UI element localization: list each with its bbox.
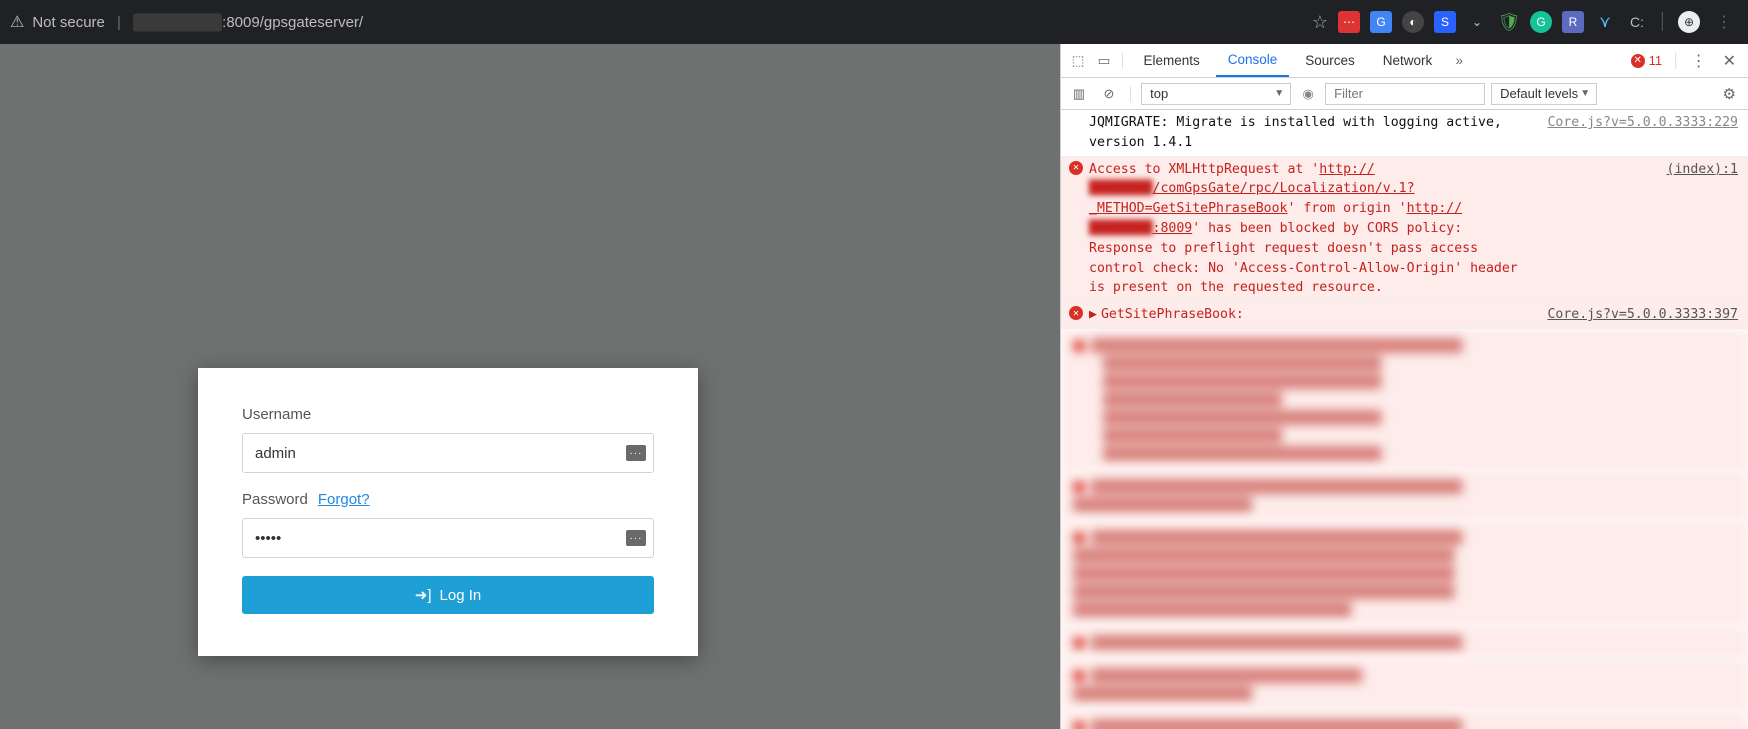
- console-toolbar: ▥ ⊘ │ top ▼ ◉ Default levels ▼ ⚙: [1061, 78, 1748, 110]
- device-toggle-icon[interactable]: ▭: [1093, 53, 1115, 69]
- forgot-link[interactable]: Forgot?: [318, 491, 370, 508]
- ext-icon-s[interactable]: S: [1434, 11, 1456, 33]
- tab-elements[interactable]: Elements: [1131, 44, 1211, 77]
- console-log-row: JQMIGRATE: Migrate is installed with log…: [1061, 110, 1748, 157]
- error-icon: ✕: [1069, 161, 1083, 175]
- address-separator: |: [113, 14, 125, 31]
- ext-icon-red[interactable]: ⋯: [1338, 11, 1360, 33]
- keyboard-icon[interactable]: [626, 445, 646, 461]
- url-display[interactable]: ████████:8009/gpsgateserver/: [133, 14, 363, 31]
- tab-network[interactable]: Network: [1371, 44, 1445, 77]
- console-output[interactable]: JQMIGRATE: Migrate is installed with log…: [1061, 110, 1748, 729]
- redacted-error-block: [1061, 329, 1748, 729]
- ext-icon-shield[interactable]: 🛡: [1498, 11, 1520, 33]
- keyboard-icon[interactable]: [626, 530, 646, 546]
- console-sidebar-toggle-icon[interactable]: ▥: [1067, 86, 1091, 102]
- username-label: Username: [242, 406, 654, 423]
- ext-icon-circle[interactable]: ◐: [1402, 11, 1424, 33]
- password-label: Password: [242, 491, 308, 508]
- ext-icon-grammarly[interactable]: G: [1530, 11, 1552, 33]
- username-input[interactable]: [242, 433, 654, 473]
- context-select[interactable]: top ▼: [1141, 83, 1291, 105]
- devtools-close-icon[interactable]: ✕: [1717, 51, 1742, 71]
- error-count-badge[interactable]: ✕ 11: [1631, 53, 1663, 68]
- console-error-row: ✕ Access to XMLHttpRequest at 'http://██…: [1061, 157, 1748, 303]
- ext-icon-pocket[interactable]: ⌄: [1466, 11, 1488, 33]
- browser-menu-icon[interactable]: ⋮: [1710, 12, 1738, 32]
- bookmark-star-icon[interactable]: ☆: [1312, 12, 1328, 33]
- more-tabs-icon[interactable]: »: [1448, 53, 1470, 68]
- warning-icon: ⚠: [10, 12, 24, 32]
- error-message: ▶GetSitePhraseBook:: [1089, 305, 1244, 325]
- ext-icon-hex[interactable]: R: [1562, 11, 1584, 33]
- page-viewport: Username Password Forgot? ➜] Log In: [0, 44, 1060, 729]
- inspect-element-icon[interactable]: ⬚: [1067, 53, 1089, 69]
- ext-icon-chevrons[interactable]: ⋎: [1594, 11, 1616, 33]
- expand-triangle-icon[interactable]: ▶: [1089, 307, 1097, 322]
- login-card: Username Password Forgot? ➜] Log In: [198, 368, 698, 656]
- clear-console-icon[interactable]: ⊘: [1097, 86, 1121, 102]
- log-levels-select[interactable]: Default levels ▼: [1491, 83, 1597, 105]
- console-filter-input[interactable]: [1325, 83, 1485, 105]
- devtools-menu-icon[interactable]: ⋮: [1685, 51, 1713, 71]
- devtools-panel: ⬚ ▭ │ Elements Console Sources Network »…: [1060, 44, 1748, 729]
- log-source-link[interactable]: Core.js?v=5.0.0.3333:397: [1535, 305, 1738, 325]
- log-source-link[interactable]: (index):1: [1655, 160, 1738, 299]
- console-error-row: ✕ ▶GetSitePhraseBook: Core.js?v=5.0.0.33…: [1061, 302, 1748, 329]
- login-arrow-icon: ➜]: [415, 586, 432, 604]
- devtools-tabs: ⬚ ▭ │ Elements Console Sources Network »…: [1061, 44, 1748, 78]
- error-message: Access to XMLHttpRequest at 'http://████…: [1089, 160, 1519, 299]
- profile-avatar-icon[interactable]: ⊕: [1678, 11, 1700, 33]
- tab-console[interactable]: Console: [1216, 44, 1290, 77]
- extension-icons: ☆ ⋯ G ◐ S ⌄ 🛡 G R ⋎ C: │ ⊕ ⋮: [1312, 11, 1738, 33]
- not-secure-label: Not secure: [32, 14, 105, 31]
- chevron-down-icon: ▼: [1580, 88, 1590, 99]
- log-source-link[interactable]: Core.js?v=5.0.0.3333:229: [1535, 113, 1738, 153]
- ext-icon-c[interactable]: C:: [1626, 11, 1648, 33]
- tab-sources[interactable]: Sources: [1293, 44, 1367, 77]
- chevron-down-icon: ▼: [1274, 88, 1284, 99]
- ext-icon-translate[interactable]: G: [1370, 11, 1392, 33]
- login-button[interactable]: ➜] Log In: [242, 576, 654, 614]
- password-input[interactable]: [242, 518, 654, 558]
- live-expression-icon[interactable]: ◉: [1297, 86, 1319, 102]
- error-icon: ✕: [1069, 306, 1083, 320]
- console-settings-icon[interactable]: ⚙: [1717, 85, 1742, 103]
- error-dot-icon: ✕: [1631, 54, 1645, 68]
- browser-address-bar: ⚠ Not secure | ████████:8009/gpsgateserv…: [0, 0, 1748, 44]
